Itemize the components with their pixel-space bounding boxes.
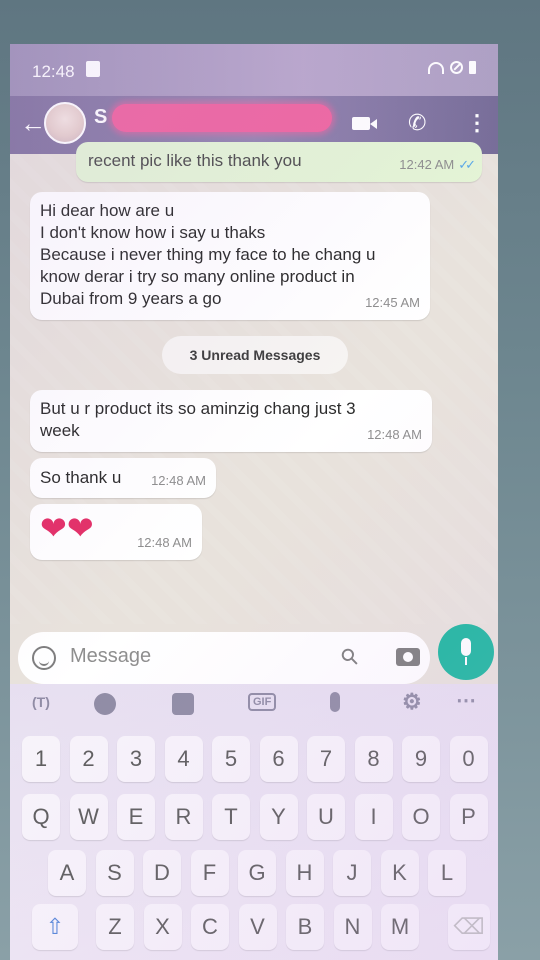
key-h[interactable]: H: [285, 850, 324, 896]
attach-icon[interactable]: ⚲: [335, 642, 365, 672]
key-z[interactable]: Z: [96, 904, 134, 950]
do-not-disturb-icon: [450, 61, 463, 74]
keyboard-toolbar: (T) GIF ⚙ ⋯: [10, 684, 498, 724]
message-bubble-incoming[interactable]: Hi dear how are u I don't know how i say…: [30, 192, 430, 320]
key-o[interactable]: O: [402, 794, 440, 840]
key-l[interactable]: L: [428, 850, 466, 896]
message-text: Hi dear how are u I don't know how i say…: [40, 201, 376, 308]
phone-screen: 12:48 ← S ✆ ⋮ recent pic like this thank…: [10, 44, 498, 960]
key-e[interactable]: E: [117, 794, 155, 840]
key-i[interactable]: I: [354, 794, 393, 840]
chat-area[interactable]: recent pic like this thank you 12:42 AM ✓…: [10, 142, 498, 624]
key-4[interactable]: 4: [164, 736, 203, 782]
key-d[interactable]: D: [143, 850, 181, 896]
back-arrow-icon[interactable]: ←: [20, 110, 46, 136]
message-bubble-outgoing[interactable]: recent pic like this thank you 12:42 AM ✓…: [76, 142, 482, 182]
read-receipt-icon: ✓✓: [458, 157, 476, 172]
unread-messages-badge: 3 Unread Messages: [162, 336, 348, 374]
message-time: 12:48 AM: [367, 427, 422, 442]
more-options-icon[interactable]: ⋮: [466, 110, 488, 136]
key-n[interactable]: N: [333, 904, 372, 950]
camera-icon[interactable]: [396, 648, 420, 666]
key-p[interactable]: P: [449, 794, 488, 840]
video-call-icon[interactable]: [352, 117, 377, 130]
message-placeholder: Message: [70, 645, 152, 667]
heart-emoji: ❤❤: [40, 510, 94, 546]
gif-button[interactable]: GIF: [248, 693, 277, 711]
key-8[interactable]: 8: [354, 736, 393, 782]
message-bubble-incoming[interactable]: But u r product its so aminzig chang jus…: [30, 390, 432, 452]
status-icons: [428, 61, 476, 74]
battery-icon: [469, 61, 476, 74]
key-1[interactable]: 1: [22, 736, 60, 782]
key-s[interactable]: S: [95, 850, 134, 896]
message-bubble-incoming[interactable]: So thank u 12:48 AM: [30, 458, 216, 498]
key-2[interactable]: 2: [69, 736, 108, 782]
contact-avatar[interactable]: [44, 102, 86, 144]
contact-name[interactable]: S: [94, 106, 107, 129]
key-u[interactable]: U: [307, 794, 345, 840]
emoji-keyboard-icon[interactable]: [94, 693, 116, 715]
notification-icon: [86, 61, 100, 77]
key-6[interactable]: 6: [259, 736, 298, 782]
key-w[interactable]: W: [69, 794, 108, 840]
key-c[interactable]: C: [191, 904, 229, 950]
redaction-mark: [112, 104, 332, 132]
phone-call-icon[interactable]: ✆: [408, 110, 426, 136]
status-time: 12:48: [32, 62, 75, 81]
key-y[interactable]: Y: [259, 794, 298, 840]
microphone-button[interactable]: [438, 624, 494, 680]
key-3[interactable]: 3: [117, 736, 155, 782]
key-f[interactable]: F: [190, 850, 229, 896]
status-bar: 12:48: [10, 44, 498, 96]
key-a[interactable]: A: [48, 850, 86, 896]
more-options-icon[interactable]: ⋯: [456, 688, 476, 713]
message-text: So thank u: [40, 468, 122, 487]
key-j[interactable]: J: [333, 850, 371, 896]
key-g[interactable]: G: [238, 850, 276, 896]
message-text: recent pic like this thank you: [88, 151, 302, 170]
key-x[interactable]: X: [143, 904, 182, 950]
emoji-icon[interactable]: [32, 646, 56, 670]
sticker-icon[interactable]: [172, 693, 194, 715]
backspace-key[interactable]: ⌫: [448, 904, 490, 950]
message-input[interactable]: Message ⚲: [18, 632, 430, 684]
text-mode-icon[interactable]: (T): [32, 694, 50, 710]
key-m[interactable]: M: [381, 904, 419, 950]
key-r[interactable]: R: [164, 794, 203, 840]
message-time: 12:45 AM: [365, 295, 420, 310]
keyboard: (T) GIF ⚙ ⋯ 1234567890 QWERTYUIOP ASDFGH…: [10, 684, 498, 960]
settings-gear-icon[interactable]: ⚙: [402, 689, 422, 715]
key-9[interactable]: 9: [402, 736, 440, 782]
key-7[interactable]: 7: [307, 736, 345, 782]
voice-input-icon[interactable]: [330, 692, 340, 712]
key-t[interactable]: T: [212, 794, 250, 840]
key-k[interactable]: K: [380, 850, 419, 896]
key-0[interactable]: 0: [449, 736, 488, 782]
wifi-icon: [428, 61, 444, 74]
key-b[interactable]: B: [286, 904, 324, 950]
message-time: 12:48 AM: [137, 535, 192, 550]
key-q[interactable]: Q: [22, 794, 60, 840]
message-text: But u r product its so aminzig chang jus…: [40, 399, 356, 440]
message-time: 12:42 AM ✓✓: [399, 157, 476, 172]
key-5[interactable]: 5: [212, 736, 250, 782]
shift-key[interactable]: ⇧: [32, 904, 78, 950]
key-v[interactable]: V: [238, 904, 277, 950]
message-bubble-incoming[interactable]: ❤❤ 12:48 AM: [30, 504, 202, 560]
message-time: 12:48 AM: [151, 473, 206, 488]
